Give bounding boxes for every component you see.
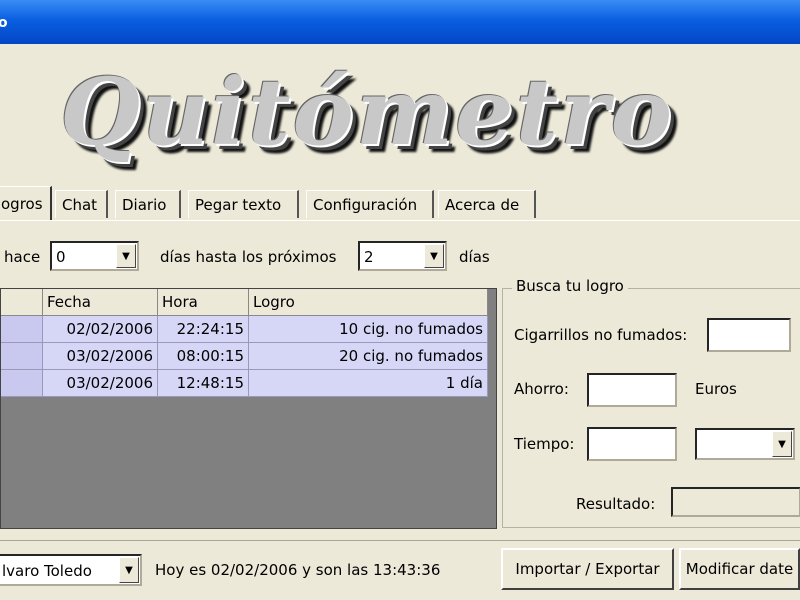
status-divider [0,540,800,541]
user-select-value: lvaro Toledo [2,562,92,580]
table-row[interactable]: 03/02/2006 12:48:15 1 día [1,369,488,397]
chevron-down-icon[interactable]: ▼ [424,244,444,268]
tab-bar: ogros Chat Diario Pegar texto Configurac… [0,186,800,222]
savings-label: Ahorro: [514,380,569,398]
cigarettes-label: Cigarrillos no fumados: [514,326,688,344]
status-message: Hoy es 02/02/2006 y son las 13:43:36 [155,561,441,579]
days-after-value: 2 [364,248,374,266]
user-select[interactable]: lvaro Toledo ▼ [0,554,142,586]
cell-fecha: 03/02/2006 [42,369,158,397]
filter-suffix-label: días [459,248,490,266]
row-selector[interactable] [1,315,43,343]
tab-pegar-texto[interactable]: Pegar texto [188,190,299,218]
tab-acerca-de[interactable]: Acerca de [438,190,536,218]
cigarettes-input[interactable] [707,318,791,352]
tab-chat[interactable]: Chat [55,190,108,218]
column-header-stub[interactable] [1,289,43,316]
cell-logro: 1 día [248,369,488,397]
savings-input[interactable] [587,373,677,407]
tab-configuracion[interactable]: Configuración [306,190,434,218]
column-header-logro[interactable]: Logro [248,289,488,316]
cell-fecha: 02/02/2006 [42,315,158,343]
cell-logro: 10 cig. no fumados [248,315,488,343]
time-label: Tiempo: [514,435,575,453]
table-row[interactable]: 03/02/2006 08:00:15 20 cig. no fumados [1,342,488,370]
row-selector[interactable] [1,342,43,370]
search-group-title: Busca tu logro [512,277,628,295]
table-header-row: Fecha Hora Logro [1,289,488,316]
cell-hora: 22:24:15 [157,315,249,343]
logo-banner: Quitómetro [0,44,800,184]
chevron-down-icon[interactable]: ▼ [772,431,792,457]
column-header-fecha[interactable]: Fecha [42,289,158,316]
date-filter-row: hace 0 ▼ días hasta los próximos 2 ▼ día… [0,236,520,276]
cell-fecha: 03/02/2006 [42,342,158,370]
column-header-hora[interactable]: Hora [157,289,249,316]
cell-hora: 08:00:15 [157,342,249,370]
row-selector[interactable] [1,369,43,397]
time-unit-select[interactable]: ▼ [695,428,795,460]
window-title-bar[interactable]: o [0,0,800,44]
days-after-select[interactable]: 2 ▼ [358,241,447,271]
modify-data-button[interactable]: Modificar date [679,548,800,590]
days-before-value: 0 [56,248,66,266]
time-input[interactable] [587,427,677,461]
import-export-button[interactable]: Importar / Exportar [501,548,674,590]
tab-logros[interactable]: ogros [0,186,52,220]
filter-middle-label: días hasta los próximos [160,248,337,266]
result-label: Resultado: [576,495,656,513]
app-logo: Quitómetro [60,58,675,166]
tab-divider [0,220,800,221]
chevron-down-icon[interactable]: ▼ [119,557,139,583]
currency-label: Euros [695,380,737,398]
result-output [671,487,800,517]
filter-prefix-label: hace [4,248,41,266]
achievements-table[interactable]: Fecha Hora Logro 02/02/2006 22:24:15 10 … [0,288,497,529]
search-achievement-group: Busca tu logro Cigarrillos no fumados: A… [502,277,800,528]
chevron-down-icon[interactable]: ▼ [116,244,136,268]
cell-logro: 20 cig. no fumados [248,342,488,370]
days-before-select[interactable]: 0 ▼ [50,241,139,271]
table-row[interactable]: 02/02/2006 22:24:15 10 cig. no fumados [1,315,488,343]
tab-diario[interactable]: Diario [115,190,181,218]
window-title: o [0,15,8,31]
cell-hora: 12:48:15 [157,369,249,397]
